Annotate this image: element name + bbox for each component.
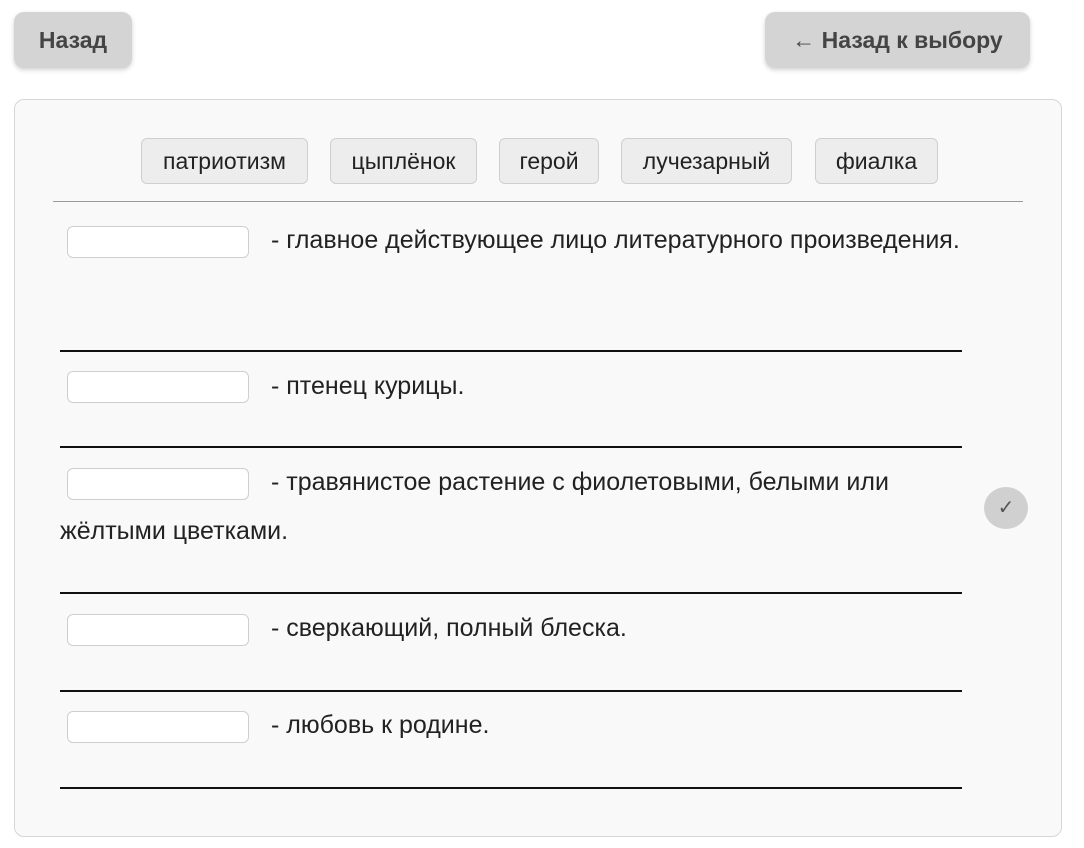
definition-text: - сверкающий, полный блеска. (271, 614, 627, 642)
definition-row: - сверкающий, полный блеска. (60, 604, 962, 692)
definition-row: - главное действующее лицо литературного… (60, 216, 962, 352)
exercise-panel: патриотизм цыплёнок герой лучезарный фиа… (14, 99, 1062, 837)
definition-text: - главное действующее лицо литературного… (271, 226, 960, 254)
word-chip-geroy[interactable]: герой (499, 138, 599, 184)
word-chip-patriotizm[interactable]: патриотизм (141, 138, 308, 184)
checkmark-icon: ✓ (997, 497, 1015, 519)
definition-text: - любовь к родине. (271, 711, 490, 739)
word-chip-fialka[interactable]: фиалка (815, 138, 938, 184)
definition-text: - травянистое растение с фиолетовыми, бе… (60, 468, 889, 545)
definition-row: - травянистое растение с фиолетовыми, бе… (60, 458, 962, 594)
definition-row: - любовь к родине. (60, 701, 962, 789)
word-chip-luchezarny[interactable]: лучезарный (621, 138, 792, 184)
word-chip-tsyplenok[interactable]: цыплёнок (330, 138, 477, 184)
word-bank: патриотизм цыплёнок герой лучезарный фиа… (53, 100, 1023, 202)
definition-text: - птенец курицы. (271, 372, 465, 400)
check-answers-button[interactable]: ✓ (984, 487, 1028, 529)
back-button[interactable]: Назад (14, 12, 132, 68)
back-to-choice-button[interactable]: ← Назад к выбору (765, 12, 1030, 68)
definition-row: - птенец курицы. (60, 362, 962, 448)
